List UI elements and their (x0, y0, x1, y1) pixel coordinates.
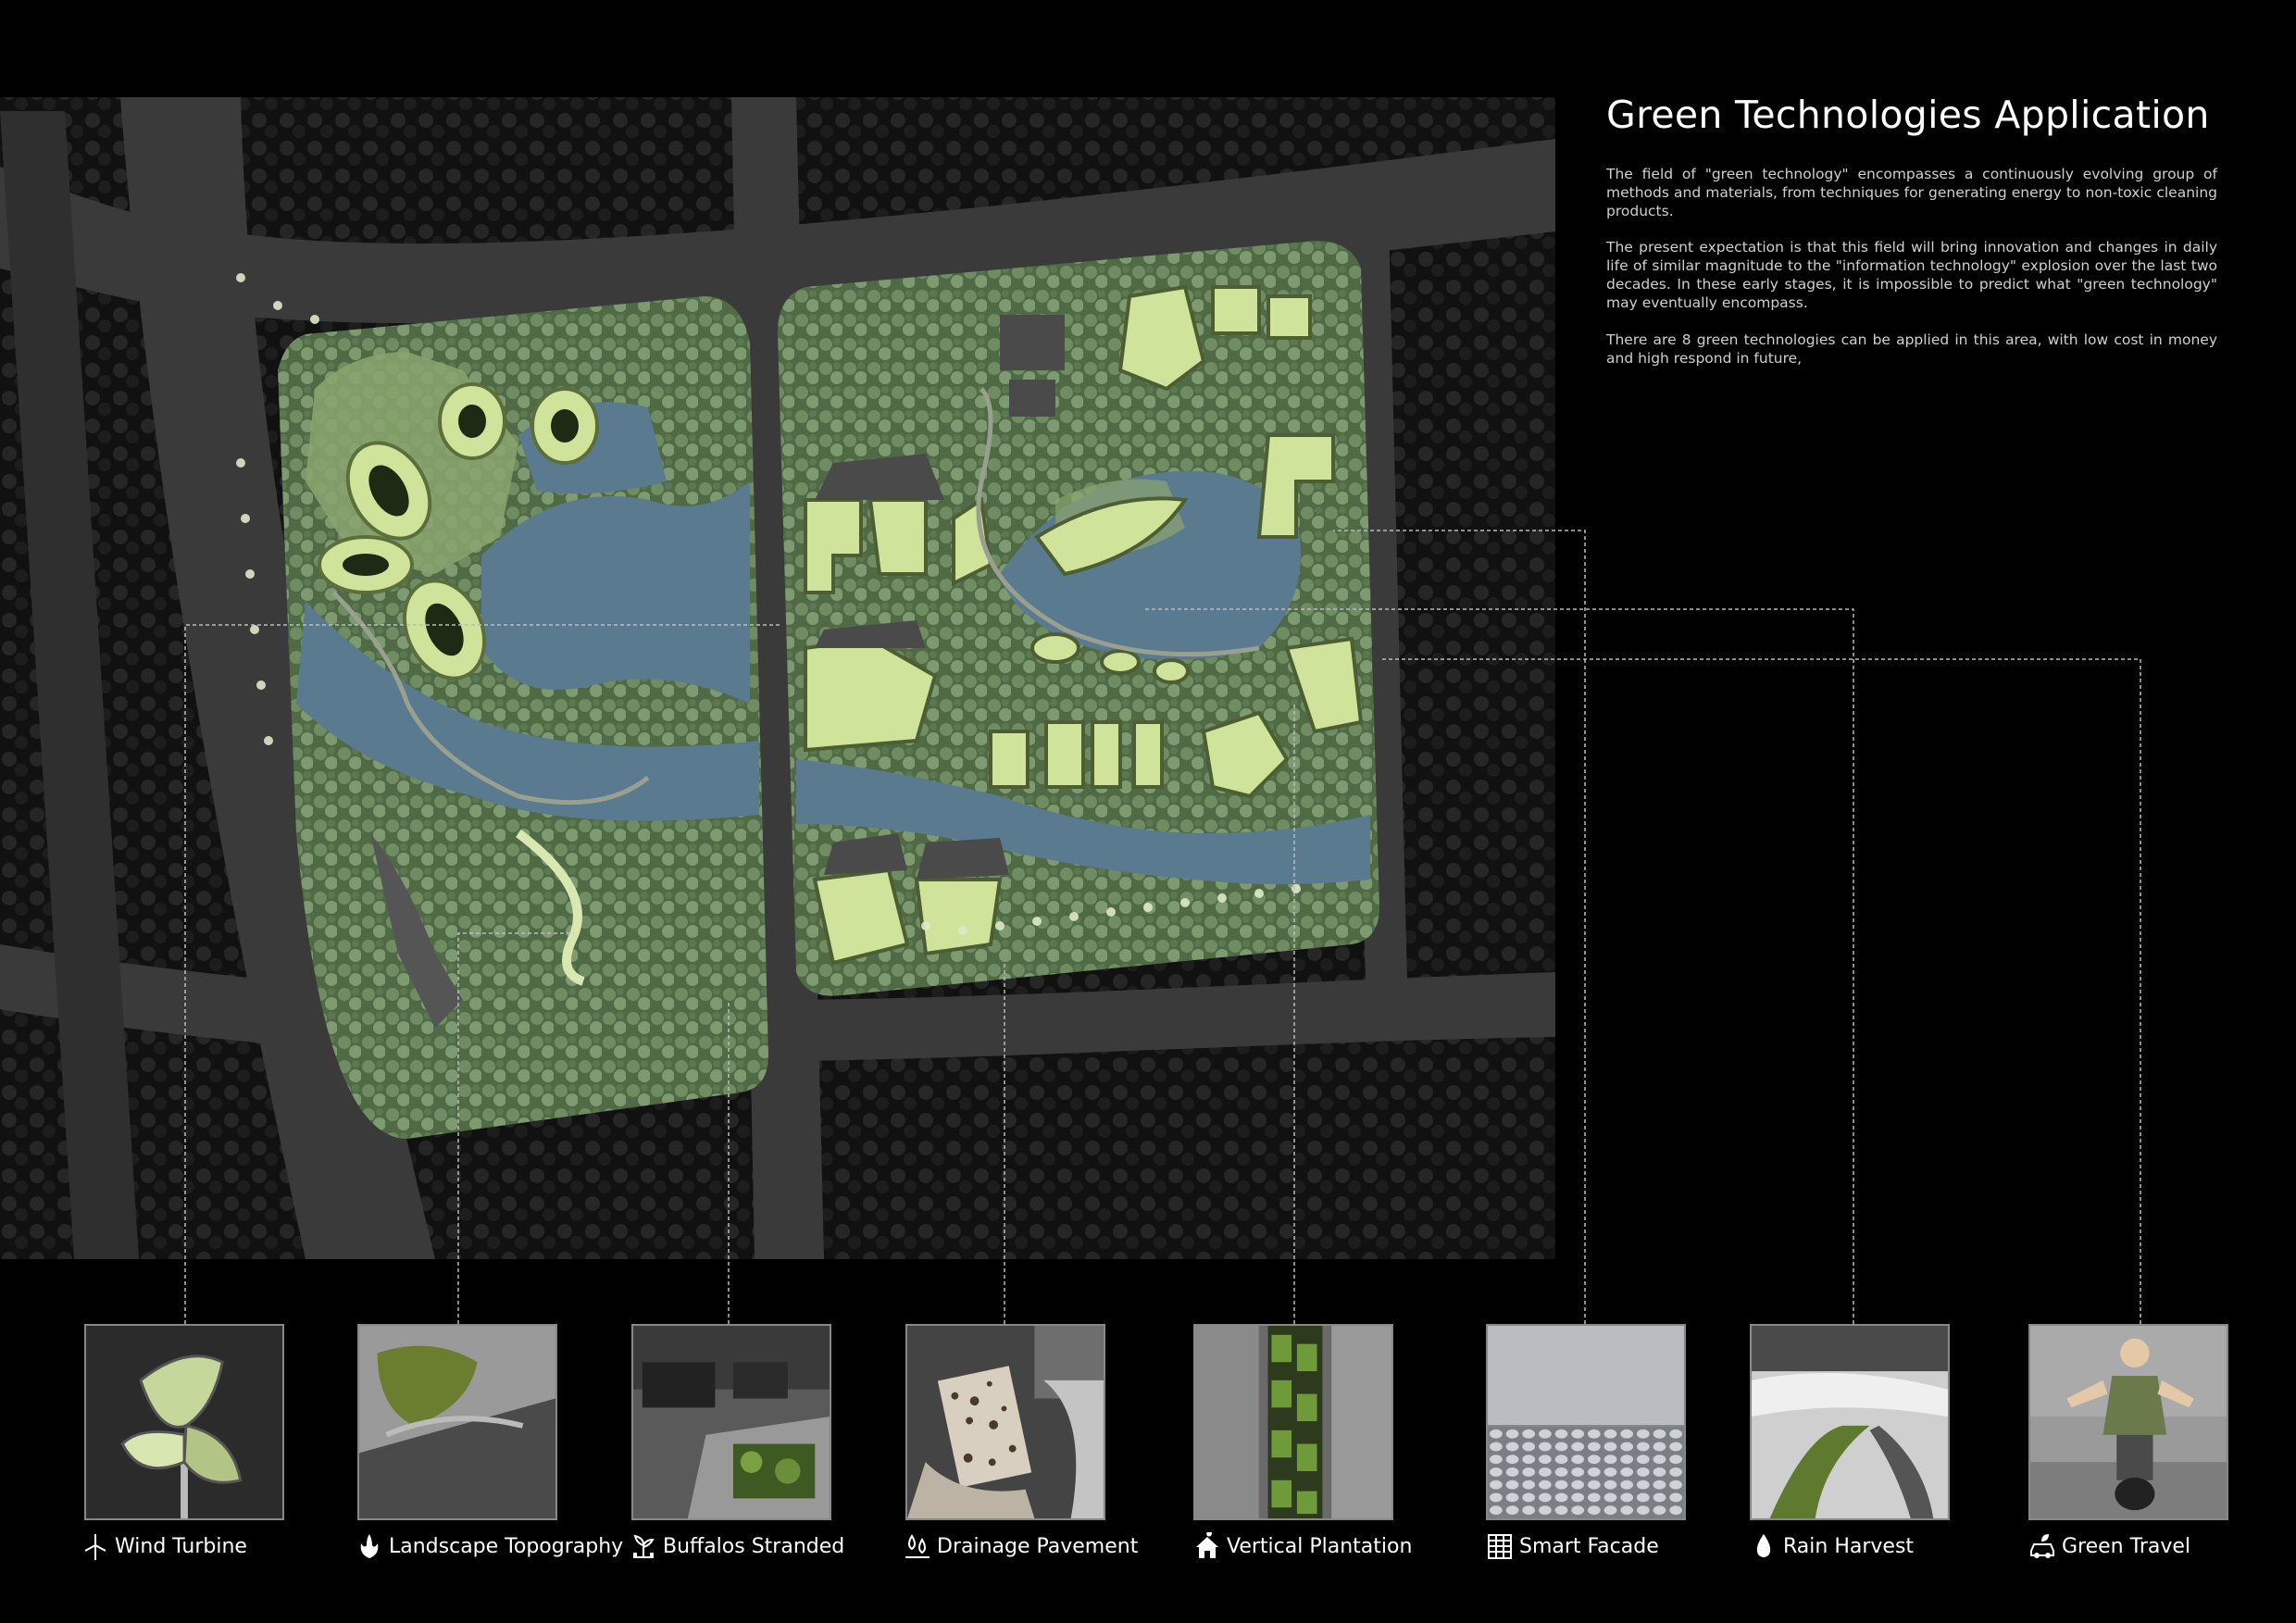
caption-landscape-topography: Landscape Topography (356, 1532, 623, 1560)
sprout-icon (630, 1532, 657, 1560)
wind-turbine-image (84, 1324, 284, 1520)
water-drops-icon (904, 1532, 931, 1560)
page-title: Green Technologies Application (1606, 93, 2210, 137)
caption-smart-facade: Smart Facade (1486, 1532, 1659, 1560)
leaf-house-icon (1193, 1531, 1221, 1560)
raindrop-icon (1750, 1532, 1778, 1560)
buffalos-stranded-image (631, 1324, 831, 1520)
site-master-plan (0, 97, 1555, 1259)
flame-leaf-icon (356, 1532, 383, 1560)
grid-building-icon (1486, 1532, 1514, 1560)
landscape-topography-image (357, 1324, 557, 1520)
drainage-pavement-image (905, 1324, 1105, 1520)
vertical-plantation-image (1193, 1324, 1393, 1520)
caption-buffalos-stranded: Buffalos Stranded (630, 1532, 844, 1560)
caption-wind-turbine: Wind Turbine (81, 1532, 247, 1560)
intro-paragraph-1: The field of "green technology" encompas… (1606, 166, 2217, 219)
caption-drainage-pavement: Drainage Pavement (904, 1532, 1138, 1560)
caption-rain-harvest: Rain Harvest (1750, 1532, 1914, 1560)
smart-facade-image (1486, 1324, 1686, 1520)
green-travel-image (2028, 1324, 2228, 1520)
rain-harvest-image (1750, 1324, 1950, 1520)
intro-paragraph-3: There are 8 green technologies can be ap… (1606, 331, 2217, 367)
wind-turbine-icon (81, 1532, 109, 1560)
caption-vertical-plantation: Vertical Plantation (1193, 1531, 1412, 1560)
caption-green-travel: Green Travel (2028, 1532, 2190, 1560)
intro-paragraph-2: The present expectation is that this fie… (1606, 239, 2217, 311)
car-leaf-icon (2028, 1532, 2056, 1560)
